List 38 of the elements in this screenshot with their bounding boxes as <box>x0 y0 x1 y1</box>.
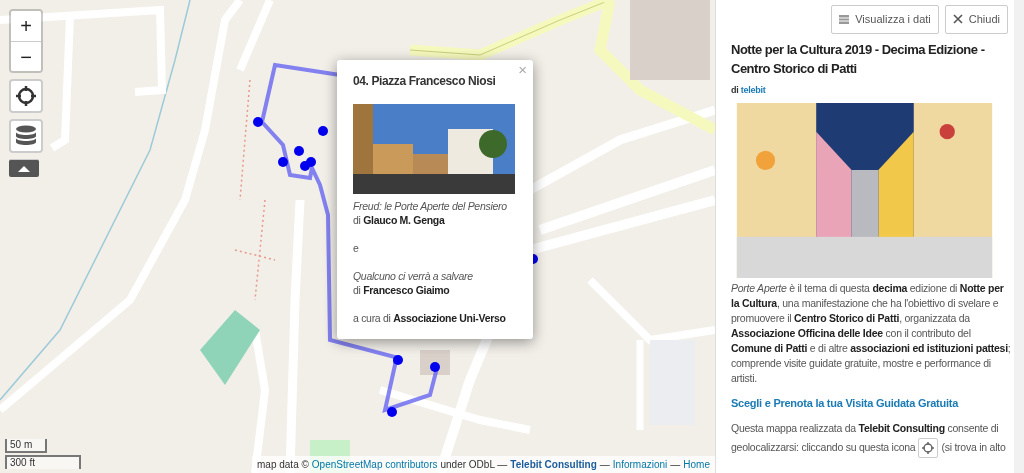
author-link[interactable]: telebit <box>740 84 766 95</box>
info-text: Questa mappa realizzata da Telebit Consulting consente di <box>731 420 1000 436</box>
layers-button[interactable] <box>9 119 43 153</box>
attribution-link[interactable]: Telebit Consulting <box>510 457 597 472</box>
triangle-icon <box>17 164 31 173</box>
view-data-button[interactable]: Visualizza i dati <box>831 5 939 34</box>
close-button[interactable]: Chiudi <box>944 5 1008 34</box>
close-icon <box>952 14 963 25</box>
curator-text: a cura di Associazione Uni-Verso <box>353 311 507 325</box>
work-author: di Francesco Giaimo <box>353 283 451 297</box>
panel-title: Notte per la Cultura 2019 - Decima Edizione - Centro Storico di Patti <box>731 40 986 78</box>
popup-title: 04. Piazza Francesco Niosi <box>353 73 497 90</box>
work-author: di Glauco M. Genga <box>353 213 446 227</box>
info-text: geolocalizzarsi: cliccando su questa icona <box>731 440 916 455</box>
database-icon <box>15 125 37 147</box>
info-text: (si trova in alto <box>941 440 1006 455</box>
crosshair-icon <box>918 437 939 458</box>
scale-label: 300 ft <box>5 455 81 469</box>
work-title: Qualcuno ci verrà a salvare <box>353 269 474 283</box>
attribution-text: under ODbL — <box>440 458 508 472</box>
table-icon <box>839 13 850 25</box>
attribution-text: map data © <box>257 458 309 472</box>
work-title: Freud: le Porte Aperte del Pensiero <box>353 199 508 213</box>
scale-label: 50 m <box>5 439 47 453</box>
attribution-text: — <box>599 458 610 472</box>
attribution-link[interactable]: Home <box>683 457 710 472</box>
separator-text: e <box>353 241 360 255</box>
zoom-out-button[interactable]: − <box>11 41 41 71</box>
locate-button[interactable] <box>9 79 43 113</box>
attribution-link[interactable]: OpenStreetMap contributors <box>311 457 438 472</box>
zoom-in-button[interactable]: + <box>11 11 41 41</box>
booking-link[interactable]: Scegli e Prenota la tua Visita Guidata Gratuita <box>731 395 959 412</box>
crosshair-icon <box>15 85 37 107</box>
attribution-text: — <box>670 458 681 472</box>
byline-text: di <box>731 84 740 95</box>
attribution-link[interactable]: Informazioni <box>612 457 668 472</box>
collapse-button[interactable] <box>9 159 39 177</box>
description-text: Porte Aperte è il tema di questa decima edizione di Notte per la Cultura, una manifestazione che ha l'obiettivo di svelare e promuovere il Centro Storico di Patti, organizzata da Associazione Officina delle Idee con il contributo del Comune di Patti e di altre associazioni ed istituzioni pattesi; comprende visite guidate gratuite, mostre e performance di artisti. <box>731 281 1012 386</box>
